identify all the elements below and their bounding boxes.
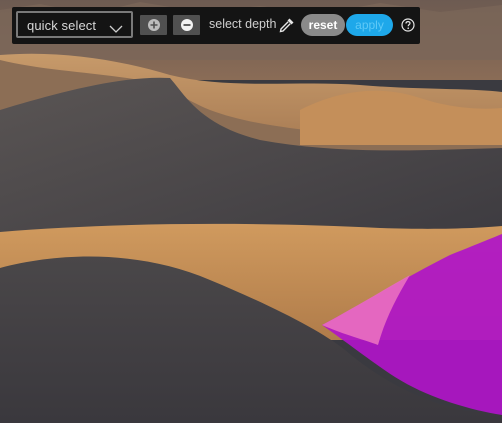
image-canvas[interactable] (0, 0, 502, 423)
mode-select[interactable]: quick select (16, 11, 133, 38)
mode-select-value: quick select (27, 18, 97, 33)
add-selection-button[interactable] (140, 15, 167, 35)
help-button[interactable] (401, 18, 415, 32)
subtract-selection-button[interactable] (173, 15, 200, 35)
chevron-down-icon (109, 22, 123, 37)
plus-circle-icon (147, 19, 160, 31)
reset-button[interactable]: reset (301, 14, 345, 36)
minus-circle-icon (180, 19, 193, 31)
selection-toolbar: quick select select depth reset apply (12, 7, 420, 44)
select-depth-label: select depth (209, 17, 277, 31)
question-circle-icon (401, 18, 415, 32)
eyedropper-icon (279, 18, 294, 33)
apply-button[interactable]: apply (346, 14, 393, 36)
eyedropper-button[interactable] (278, 16, 296, 34)
